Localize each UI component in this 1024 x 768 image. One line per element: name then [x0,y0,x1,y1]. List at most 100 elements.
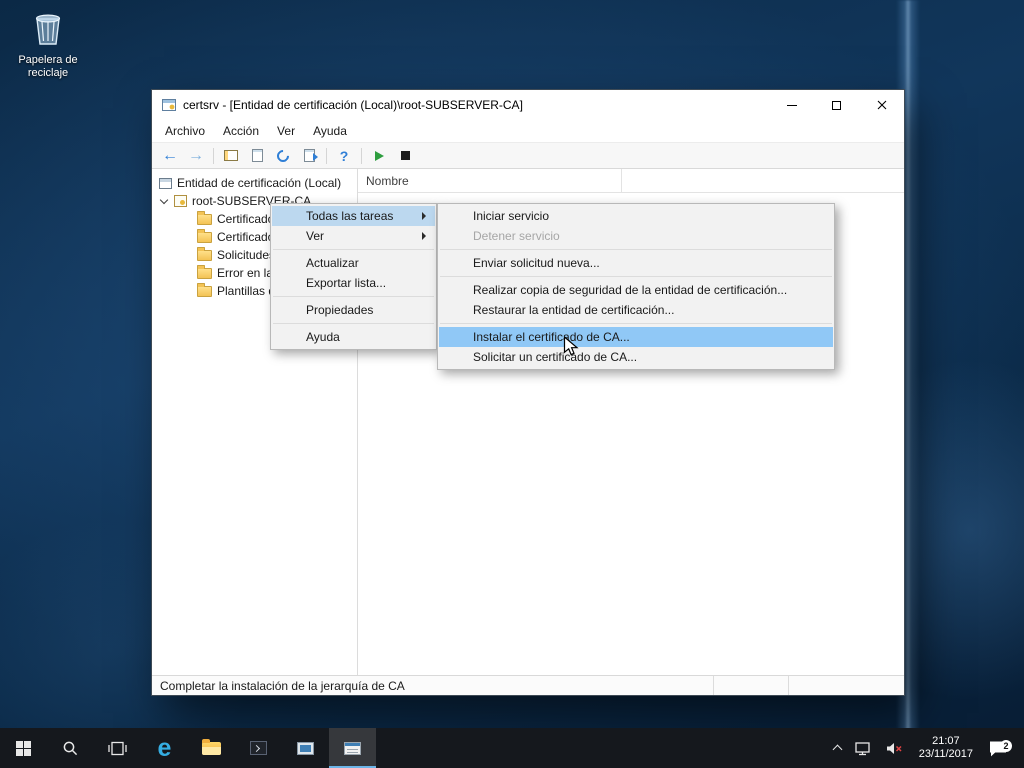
show-console-tree-icon[interactable] [219,145,243,167]
windows-logo-icon [16,740,31,756]
notification-badge: 2 [1000,739,1012,752]
status-cell [713,676,788,695]
start-service-icon[interactable] [367,145,391,167]
close-button[interactable] [859,90,904,120]
submenu-item-realizar-copia[interactable]: Realizar copia de seguridad de la entida… [439,280,833,300]
tree-child-label: Solicitudes [217,248,276,262]
menu-ver[interactable]: Ver [268,121,304,141]
tree-child-label: Certificado [217,230,275,244]
menu-archivo[interactable]: Archivo [156,121,214,141]
menu-separator [273,323,434,324]
network-icon [855,741,870,755]
task-view-icon [108,741,127,755]
submenu-arrow-icon [422,212,426,220]
context-menu: Todas las tareas Ver Actualizar Exportar… [270,203,437,350]
export-list-icon[interactable] [297,145,321,167]
tree-root-label: Entidad de certificación (Local) [177,176,342,190]
console-root-icon [159,177,172,189]
certsrv-taskbar-button[interactable] [329,728,376,768]
taskbar-clock[interactable]: 21:07 23/11/2017 [910,728,982,768]
minimize-icon [786,104,797,106]
document-icon[interactable] [245,145,269,167]
volume-muted-icon [886,742,902,754]
volume-button[interactable] [879,728,910,768]
edge-button[interactable] [141,728,188,768]
menu-item-propiedades[interactable]: Propiedades [272,300,435,320]
terminal-button[interactable] [235,728,282,768]
menu-accion[interactable]: Acción [214,121,268,141]
submenu-item-restaurar[interactable]: Restaurar la entidad de certificación... [439,300,833,320]
menu-item-label: Todas las tareas [306,209,394,223]
folder-icon [197,246,212,261]
mmc-console-icon [344,741,361,755]
submenu-item-iniciar-servicio[interactable]: Iniciar servicio [439,206,833,226]
folder-icon [197,228,212,243]
menu-item-actualizar[interactable]: Actualizar [272,253,435,273]
search-icon [63,741,78,755]
window-title: certsrv - [Entidad de certificación (Loc… [183,98,523,112]
certsrv-window: certsrv - [Entidad de certificación (Loc… [152,90,904,695]
menu-separator [440,249,832,250]
submenu-item-instalar-certificado[interactable]: Instalar el certificado de CA... [439,327,833,347]
forward-icon[interactable] [184,145,208,167]
close-icon [877,100,886,110]
toolbar-separator [213,147,214,164]
server-manager-icon [297,741,314,755]
submenu-item-solicitar-certificado[interactable]: Solicitar un certificado de CA... [439,347,833,367]
menu-separator [273,249,434,250]
menu-item-todas-las-tareas[interactable]: Todas las tareas [272,206,435,226]
file-explorer-button[interactable] [188,728,235,768]
toolbar-separator [326,147,327,164]
system-tray: 21:07 23/11/2017 2 [827,728,1024,768]
menu-ayuda[interactable]: Ayuda [304,121,356,141]
menu-item-label: Enviar solicitud nueva... [473,256,600,270]
status-text: Completar la instalación de la jerarquía… [160,678,405,693]
menu-item-label: Realizar copia de seguridad de la entida… [473,283,788,297]
menu-item-label: Detener servicio [473,229,560,243]
menu-item-label: Solicitar un certificado de CA... [473,350,638,364]
menu-item-label: Restaurar la entidad de certificación... [473,303,675,317]
menu-item-ver[interactable]: Ver [272,226,435,246]
maximize-button[interactable] [814,90,859,120]
column-header-nombre[interactable]: Nombre [358,169,622,192]
list-column-header-row: Nombre [358,169,904,193]
toolbar [152,142,904,169]
stop-service-icon[interactable] [393,145,417,167]
help-icon[interactable] [332,145,356,167]
action-center-button[interactable]: 2 [982,728,1016,768]
recycle-bin-icon [12,10,84,51]
menu-item-exportar-lista[interactable]: Exportar lista... [272,273,435,293]
terminal-icon [250,741,267,755]
start-button[interactable] [0,728,47,768]
title-bar[interactable]: certsrv - [Entidad de certificación (Loc… [152,90,904,120]
chevron-expanded-icon[interactable] [159,195,169,205]
taskbar: 21:07 23/11/2017 2 [0,728,1024,768]
menu-item-label: Ver [306,229,325,243]
minimize-button[interactable] [769,90,814,120]
submenu-item-detener-servicio: Detener servicio [439,226,833,246]
submenu-item-enviar-solicitud[interactable]: Enviar solicitud nueva... [439,253,833,273]
folder-icon [197,210,212,225]
tree-item-root[interactable]: Entidad de certificación (Local) [152,174,357,192]
menu-item-label: Ayuda [306,330,340,344]
hidden-icons-button[interactable] [827,728,848,768]
chevron-up-icon [832,744,843,755]
task-view-button[interactable] [94,728,141,768]
desktop: Papelera de reciclaje certsrv - [Entidad… [0,0,1024,768]
recycle-bin[interactable]: Papelera de reciclaje [12,10,84,80]
status-bar: Completar la instalación de la jerarquía… [152,675,904,695]
status-cell [788,676,904,695]
ca-icon [174,195,187,207]
folder-icon [197,264,212,279]
back-icon[interactable] [158,145,182,167]
menu-item-ayuda[interactable]: Ayuda [272,327,435,347]
mouse-cursor [563,335,581,363]
toolbar-separator [361,147,362,164]
server-manager-button[interactable] [282,728,329,768]
search-button[interactable] [47,728,94,768]
menu-item-label: Exportar lista... [306,276,387,290]
clock-date: 23/11/2017 [918,748,973,760]
refresh-icon[interactable] [271,145,295,167]
tree-child-label: Certificado [217,212,275,226]
network-button[interactable] [848,728,879,768]
